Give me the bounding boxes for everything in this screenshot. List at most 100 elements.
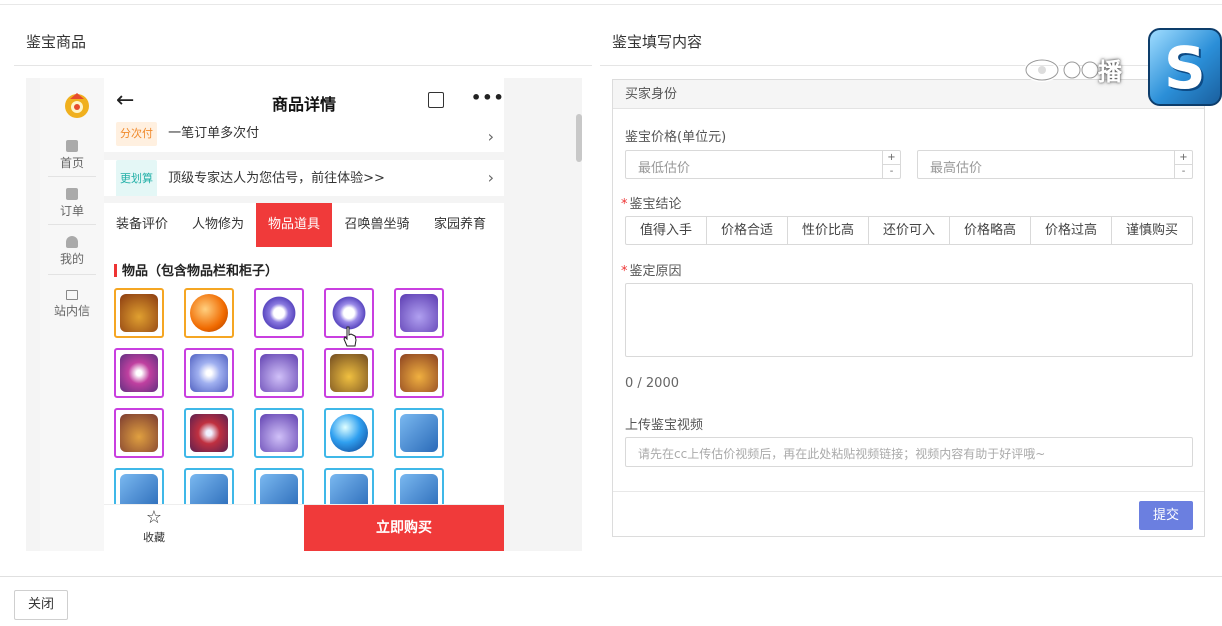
armor-icon — [120, 414, 158, 452]
submit-button[interactable]: 提交 — [1139, 501, 1193, 530]
favorite-button[interactable]: ☆ 收藏 — [104, 505, 204, 551]
mobile-page-title: 商品详情 — [271, 95, 336, 114]
video-link-placeholder: 请先在cc上传估价视频后，再在此处粘贴视频链接；视频内容有助于好评哦~ — [638, 447, 1046, 461]
crystal-ball-icon — [330, 414, 368, 452]
item-slot[interactable] — [184, 348, 234, 398]
category-title-text: 物品（包含物品栏和柜子） — [122, 264, 279, 279]
robe-icon — [400, 294, 438, 332]
nav-item-messages[interactable]: 站内信 — [40, 290, 104, 319]
nav-divider — [48, 176, 96, 177]
close-button[interactable]: 关闭 — [14, 590, 68, 620]
item-slot[interactable] — [254, 348, 304, 398]
installment-badge: 分次付 — [116, 122, 157, 146]
bottom-divider — [0, 576, 1222, 577]
conclusion-option[interactable]: 性价比高 — [788, 217, 869, 244]
conclusion-option[interactable]: 值得入手 — [626, 217, 707, 244]
video-label: 上传鉴宝视频 — [625, 418, 704, 433]
chevron-right-icon: › — [487, 168, 494, 187]
reason-textarea[interactable] — [625, 283, 1193, 357]
boots-icon — [260, 354, 298, 392]
item-slot[interactable] — [394, 408, 444, 458]
nav-item-mine[interactable]: 我的 — [40, 236, 104, 267]
nav-item-orders[interactable]: 订单 — [40, 188, 104, 219]
left-section-divider — [14, 65, 592, 66]
reason-label: * 鉴定原因 — [621, 260, 682, 279]
conclusion-option[interactable]: 价格过高 — [1031, 217, 1112, 244]
scrollbar-thumb[interactable] — [576, 114, 582, 162]
hand-cursor-icon — [343, 326, 357, 347]
tab-home[interactable]: 家园养育 — [422, 203, 498, 247]
nav-label: 我的 — [59, 252, 84, 266]
side-navigation: 首页 订单 我的 站内信 — [40, 78, 104, 551]
tab-summons[interactable]: 召唤兽坐骑 — [332, 203, 422, 247]
max-price-placeholder: 最高估价 — [930, 161, 983, 176]
tab-character[interactable]: 人物修为 — [180, 203, 256, 247]
item-slot[interactable] — [114, 288, 164, 338]
item-slot[interactable] — [324, 408, 374, 458]
item-slot[interactable] — [184, 288, 234, 338]
watermark-eye-icon — [1024, 58, 1099, 82]
s-logo-icon: S — [1148, 28, 1222, 106]
item-slot[interactable] — [394, 288, 444, 338]
conclusion-option[interactable]: 价格合适 — [707, 217, 788, 244]
item-slot[interactable] — [324, 348, 374, 398]
character-counter: 0 / 2000 — [625, 376, 679, 391]
price-label: 鉴宝价格(单位元) — [625, 130, 727, 145]
armor-icon — [330, 354, 368, 392]
value-badge: 更划算 — [116, 160, 157, 198]
max-price-input[interactable]: 最高估价 + - — [917, 150, 1193, 179]
mobile-footer: ☆ 收藏 立即购买 — [104, 504, 504, 551]
boots-icon — [260, 414, 298, 452]
item-slot[interactable] — [254, 288, 304, 338]
buy-now-button[interactable]: 立即购买 — [304, 505, 504, 551]
reason-label-text: 鉴定原因 — [629, 264, 682, 279]
necklace-icon — [120, 354, 158, 392]
item-slot[interactable] — [114, 348, 164, 398]
orders-icon — [66, 188, 78, 200]
nav-label: 订单 — [59, 204, 84, 218]
tab-items[interactable]: 物品道具 — [256, 203, 332, 247]
conclusion-option[interactable]: 价格略高 — [950, 217, 1031, 244]
mail-icon — [66, 290, 78, 300]
nav-item-home[interactable]: 首页 — [40, 140, 104, 171]
conclusion-options: 值得入手 价格合适 性价比高 还价可入 价格略高 价格过高 谨慎购买 — [625, 216, 1193, 245]
item-slot[interactable] — [254, 408, 304, 458]
spacer — [104, 152, 504, 160]
chevron-right-icon: › — [487, 127, 494, 146]
robe-icon — [190, 414, 228, 452]
category-marker — [114, 264, 117, 277]
share-icon[interactable] — [428, 92, 444, 108]
armor-icon — [400, 354, 438, 392]
installment-text: 一笔订单多次付 — [168, 126, 260, 141]
increment-button[interactable]: + — [1174, 151, 1192, 165]
left-section-title: 鉴宝商品 — [26, 33, 87, 51]
min-price-input[interactable]: 最低估价 + - — [625, 150, 901, 179]
ring-icon — [260, 294, 298, 332]
more-icon[interactable]: ••• — [471, 88, 504, 107]
installment-row[interactable]: 分次付 一笔订单多次付 › — [104, 122, 504, 152]
nav-label: 首页 — [59, 156, 84, 170]
spacer — [104, 196, 504, 203]
decrement-button[interactable]: - — [1174, 165, 1192, 179]
book-icon — [400, 414, 438, 452]
increment-button[interactable]: + — [882, 151, 900, 165]
detail-tabs: 装备评价 人物修为 物品道具 召唤兽坐骑 家园养育 — [104, 203, 504, 247]
expert-row[interactable]: 更划算 顶级专家达人为您估号，前往体验>> › — [104, 160, 504, 198]
conclusion-option[interactable]: 谨慎购买 — [1112, 217, 1192, 244]
video-link-input[interactable]: 请先在cc上传估价视频后，再在此处粘贴视频链接；视频内容有助于好评哦~ — [625, 437, 1193, 467]
required-mark: * — [621, 264, 628, 279]
conclusion-label: * 鉴宝结论 — [621, 193, 682, 212]
item-slot[interactable] — [394, 348, 444, 398]
tab-equipment[interactable]: 装备评价 — [104, 203, 180, 247]
conclusion-option[interactable]: 还价可入 — [869, 217, 950, 244]
nav-label: 站内信 — [53, 304, 90, 318]
necklace-icon — [190, 354, 228, 392]
product-preview: 首页 订单 我的 站内信 ← 商品详情 ••• 分次付 一笔订单多次付 › 更划… — [26, 78, 582, 551]
item-slot[interactable] — [114, 408, 164, 458]
item-slot[interactable] — [184, 408, 234, 458]
expert-text: 顶级专家达人为您估号，前往体验>> — [168, 171, 385, 186]
decrement-button[interactable]: - — [882, 165, 900, 179]
bell-logo-icon[interactable] — [62, 90, 92, 120]
armor-icon — [120, 294, 158, 332]
nav-divider — [48, 224, 96, 225]
